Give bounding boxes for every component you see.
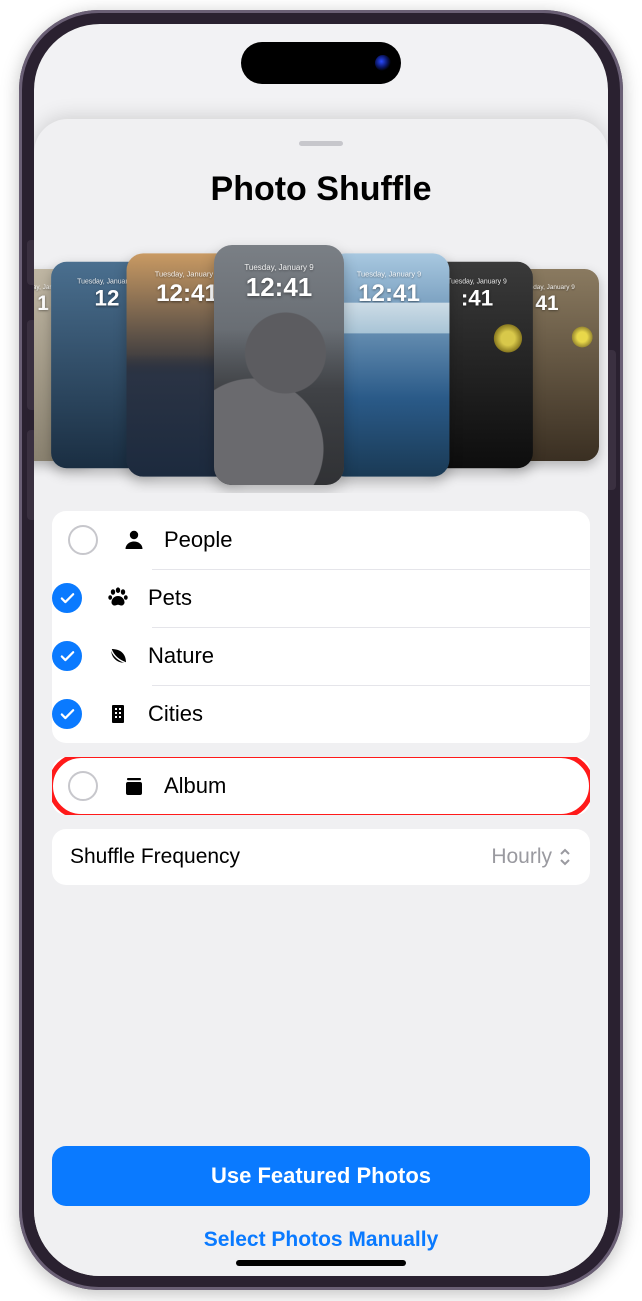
- category-row-people[interactable]: People: [52, 511, 590, 569]
- album-label: Album: [164, 773, 226, 799]
- checkbox-people[interactable]: [68, 525, 98, 555]
- shuffle-frequency-value[interactable]: Hourly: [491, 845, 572, 869]
- preview-card: Tuesday, January 912:41: [214, 245, 344, 485]
- checkbox-album[interactable]: [68, 771, 98, 801]
- shuffle-frequency-label: Shuffle Frequency: [70, 845, 240, 869]
- select-photos-manually-button[interactable]: Select Photos Manually: [52, 1218, 590, 1276]
- chevron-up-down-icon: [558, 848, 572, 866]
- checkbox-pets[interactable]: [52, 583, 82, 613]
- building-icon: [104, 702, 132, 726]
- photo-shuffle-sheet: Photo Shuffle Tuesday, January 91 Tuesda…: [34, 119, 608, 1276]
- screen: Photo Shuffle Tuesday, January 91 Tuesda…: [34, 24, 608, 1276]
- leaf-icon: [104, 644, 132, 668]
- album-icon: [120, 774, 148, 798]
- paw-icon: [104, 586, 132, 610]
- use-featured-photos-button[interactable]: Use Featured Photos: [52, 1146, 590, 1206]
- checkbox-nature[interactable]: [52, 641, 82, 671]
- category-row-cities[interactable]: Cities: [52, 685, 590, 743]
- phone-frame: Photo Shuffle Tuesday, January 91 Tuesda…: [19, 10, 623, 1290]
- shuffle-frequency-row[interactable]: Shuffle Frequency Hourly: [52, 829, 590, 885]
- category-label: Cities: [148, 701, 203, 727]
- checkbox-cities[interactable]: [52, 699, 82, 729]
- album-row[interactable]: Album: [52, 757, 590, 815]
- category-row-nature[interactable]: Nature: [52, 627, 590, 685]
- person-icon: [120, 528, 148, 552]
- category-label: Pets: [148, 585, 192, 611]
- category-list: People Pets: [52, 511, 590, 743]
- page-title: Photo Shuffle: [52, 170, 590, 209]
- wallpaper-preview-carousel[interactable]: Tuesday, January 91 Tuesday, January 912…: [34, 223, 608, 493]
- home-indicator[interactable]: [236, 1260, 406, 1266]
- sheet-grabber[interactable]: [299, 141, 343, 146]
- category-row-pets[interactable]: Pets: [52, 569, 590, 627]
- preview-card: Tuesday, January 912:41: [329, 253, 450, 476]
- dynamic-island: [241, 42, 401, 84]
- category-label: Nature: [148, 643, 214, 669]
- category-label: People: [164, 527, 233, 553]
- front-camera: [375, 55, 391, 71]
